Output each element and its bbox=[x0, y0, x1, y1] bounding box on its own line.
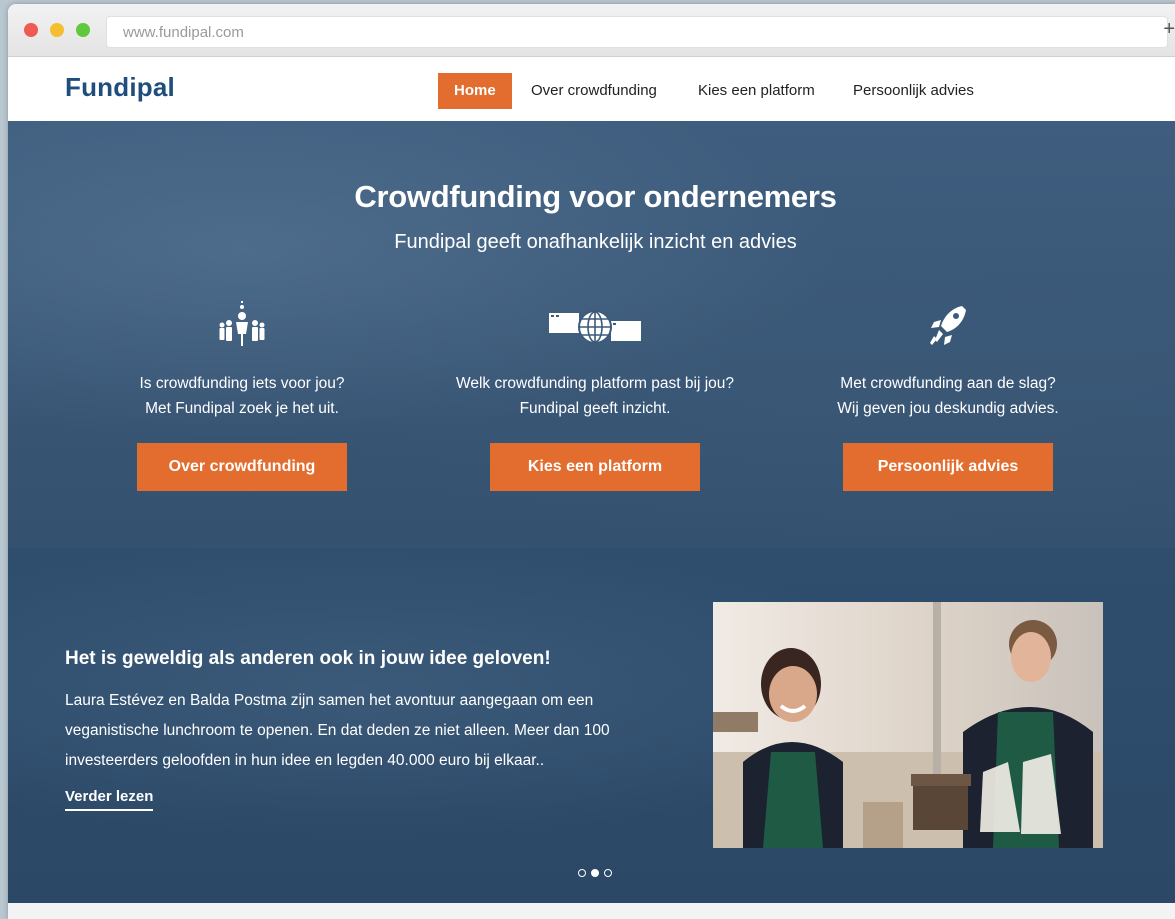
feature-text: Welk crowdfunding platform past bij jou?… bbox=[415, 371, 775, 421]
maximize-window-button[interactable] bbox=[76, 23, 90, 37]
feature-line-1: Met crowdfunding aan de slag? bbox=[840, 375, 1056, 392]
story-body: Laura Estévez en Balda Postma zijn samen… bbox=[65, 692, 610, 769]
feature-line-2: Fundipal geeft inzicht. bbox=[519, 400, 671, 417]
people-idea-icon bbox=[62, 301, 422, 351]
nav-persoonlijk-advies[interactable]: Persoonlijk advies bbox=[837, 73, 990, 109]
new-tab-button[interactable]: + bbox=[1163, 19, 1175, 39]
minimize-window-button[interactable] bbox=[50, 23, 64, 37]
persoonlijk-advies-button[interactable]: Persoonlijk advies bbox=[843, 443, 1053, 491]
feature-kies-een-platform: Welk crowdfunding platform past bij jou?… bbox=[415, 301, 775, 491]
carousel-dot-1[interactable] bbox=[578, 869, 586, 877]
feature-line-1: Is crowdfunding iets voor jou? bbox=[139, 375, 345, 392]
story-section: Het is geweldig als anderen ook in jouw … bbox=[8, 548, 1175, 903]
story-photo bbox=[713, 602, 1103, 848]
over-crowdfunding-button[interactable]: Over crowdfunding bbox=[137, 443, 347, 491]
kies-een-platform-button[interactable]: Kies een platform bbox=[490, 443, 700, 491]
feature-over-crowdfunding: Is crowdfunding iets voor jou? Met Fundi… bbox=[62, 301, 422, 491]
feature-text: Is crowdfunding iets voor jou? Met Fundi… bbox=[62, 371, 422, 421]
site-navbar: Fundipal Home Over crowdfunding Kies een… bbox=[8, 57, 1175, 121]
hero-title: Crowdfunding voor ondernemers bbox=[354, 179, 837, 214]
site-logo[interactable]: Fundipal bbox=[65, 72, 175, 103]
feature-text: Met crowdfunding aan de slag? Wij geven … bbox=[768, 371, 1128, 421]
story-title: Het is geweldig als anderen ook in jouw … bbox=[65, 648, 551, 669]
feature-persoonlijk-advies: Met crowdfunding aan de slag? Wij geven … bbox=[768, 301, 1128, 491]
globe-platform-icon bbox=[415, 301, 775, 351]
carousel-dots bbox=[578, 869, 612, 877]
feature-line-1: Welk crowdfunding platform past bij jou? bbox=[456, 375, 734, 392]
close-window-button[interactable] bbox=[24, 23, 38, 37]
carousel-dot-3[interactable] bbox=[604, 869, 612, 877]
hero-section: Crowdfunding voor ondernemers Fundipal g… bbox=[8, 121, 1175, 548]
carousel-dot-2[interactable] bbox=[591, 869, 599, 877]
nav-home[interactable]: Home bbox=[438, 73, 512, 109]
nav-kies-een-platform[interactable]: Kies een platform bbox=[682, 73, 831, 109]
rocket-icon bbox=[768, 301, 1128, 351]
footer-strip bbox=[8, 903, 1175, 919]
nav-over-crowdfunding[interactable]: Over crowdfunding bbox=[515, 73, 673, 109]
verder-lezen-link[interactable]: Verder lezen bbox=[65, 788, 154, 811]
browser-window: www.fundipal.com + Fundipal Home Over cr… bbox=[8, 4, 1175, 919]
feature-line-2: Met Fundipal zoek je het uit. bbox=[145, 400, 339, 417]
url-text[interactable]: www.fundipal.com bbox=[123, 24, 244, 41]
hero-subtitle: Fundipal geeft onafhankelijk inzicht en … bbox=[394, 231, 797, 253]
browser-chrome: www.fundipal.com + bbox=[8, 4, 1175, 57]
feature-line-2: Wij geven jou deskundig advies. bbox=[837, 400, 1059, 417]
address-bar[interactable]: www.fundipal.com bbox=[106, 16, 1168, 48]
